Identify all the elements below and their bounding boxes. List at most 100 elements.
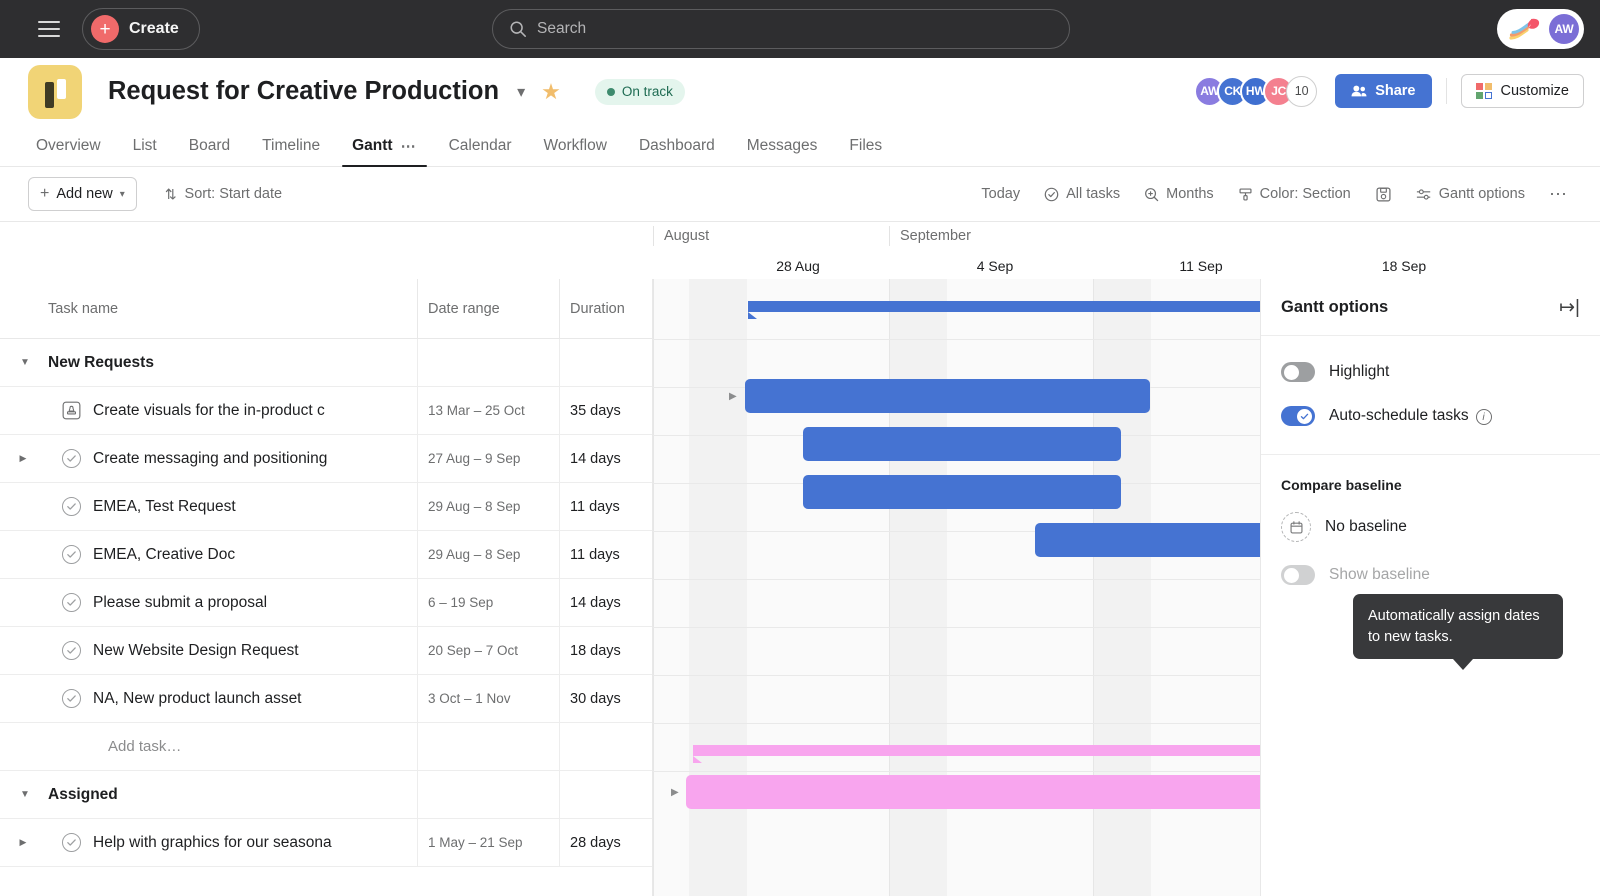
task-date-cell[interactable]: 29 Aug – 8 Sep [417,483,559,531]
task-date-cell[interactable]: 20 Sep – 7 Oct [417,627,559,675]
tab-calendar[interactable]: Calendar [433,137,528,166]
tab-files[interactable]: Files [833,137,898,166]
task-date-cell[interactable]: 13 Mar – 25 Oct [417,387,559,435]
check-circle-icon[interactable] [62,449,81,468]
task-date-cell[interactable]: 3 Oct – 1 Nov [417,675,559,723]
tab-timeline[interactable]: Timeline [246,137,336,166]
member-overflow-count[interactable]: 10 [1286,76,1317,107]
task-duration-cell[interactable]: 11 days [559,531,652,579]
table-row[interactable]: ▶ Create visuals for the in-product c 13… [0,387,652,435]
add-new-button[interactable]: + Add new ▾ [28,177,137,211]
tab-label: Board [189,137,230,155]
highlight-toggle[interactable] [1281,362,1315,382]
tab-workflow[interactable]: Workflow [527,137,622,166]
task-duration-cell[interactable]: 11 days [559,483,652,531]
expand-caret-icon[interactable]: ▶ [12,837,34,848]
auto-schedule-option-row[interactable]: Auto-schedule tasksi [1281,402,1580,430]
expand-caret-icon[interactable]: ▶ [12,453,34,464]
check-circle-icon[interactable] [62,833,81,852]
task-duration-cell[interactable]: 14 days [559,579,652,627]
task-name-cell: ▶ Please submit a proposal [0,579,417,627]
tab-messages[interactable]: Messages [731,137,834,166]
collapse-panel-icon[interactable]: ↦| [1559,296,1580,319]
share-button[interactable]: Share [1335,74,1431,108]
sliders-icon [1416,187,1432,202]
zoom-months-button[interactable]: Months [1132,180,1226,208]
task-duration-cell[interactable]: 30 days [559,675,652,723]
today-label: Today [981,186,1020,202]
sort-button[interactable]: ⇅ Sort: Start date [165,186,282,203]
collapse-caret-icon[interactable]: ▼ [12,357,38,368]
color-section-button[interactable]: Color: Section [1226,180,1363,208]
check-circle-icon[interactable] [62,641,81,660]
task-date-cell[interactable]: 1 May – 21 Sep [417,819,559,867]
check-circle-icon[interactable] [62,545,81,564]
gantt-bar[interactable] [803,427,1121,461]
show-baseline-toggle[interactable] [1281,565,1315,585]
zoom-icon [1144,187,1159,202]
task-name-cell: ▶ Create visuals for the in-product c [0,387,417,435]
tab-overview[interactable]: Overview [28,137,117,166]
star-icon[interactable]: ★ [541,79,561,105]
add-task-row[interactable]: Add task… [0,723,652,771]
search-input[interactable]: Search [492,9,1070,49]
task-name-label: New Website Design Request [93,642,299,660]
create-button[interactable]: + Create [82,8,200,50]
more-options-button[interactable]: ⋯ [1537,178,1580,211]
tab-dashboard[interactable]: Dashboard [623,137,731,166]
menu-icon[interactable] [38,21,60,37]
customize-button[interactable]: Customize [1461,74,1585,108]
avatar[interactable]: AW [1549,14,1579,44]
task-duration-cell[interactable]: 35 days [559,387,652,435]
expand-caret-icon[interactable]: ▶ [671,787,679,798]
gantt-options-button[interactable]: Gantt options [1404,180,1537,208]
table-row[interactable]: ▶ NA, New product launch asset 3 Oct – 1… [0,675,652,723]
tab-gantt[interactable]: Gantt ⋯ [336,137,432,166]
section-row[interactable]: ▼ Assigned [0,771,652,819]
table-row[interactable]: ▶ Create messaging and positioning 27 Au… [0,435,652,483]
compare-baseline-heading: Compare baseline [1281,477,1580,493]
highlight-option-row[interactable]: Highlight [1281,358,1580,386]
task-duration-cell[interactable]: 18 days [559,627,652,675]
task-date-cell[interactable]: 27 Aug – 9 Sep [417,435,559,483]
column-header-task-name: Task name [0,301,417,317]
table-row[interactable]: ▶ EMEA, Test Request 29 Aug – 8 Sep 11 d… [0,483,652,531]
check-circle-icon[interactable] [62,497,81,516]
tab-list[interactable]: List [117,137,173,166]
task-date-cell[interactable]: 29 Aug – 8 Sep [417,531,559,579]
auto-schedule-toggle[interactable] [1281,406,1315,426]
gantt-bar[interactable] [803,475,1121,509]
info-icon[interactable]: i [1476,409,1492,425]
no-baseline-row[interactable]: No baseline [1281,511,1580,543]
expand-caret-icon[interactable]: ▶ [729,391,737,402]
task-name-label: Create visuals for the in-product c [93,402,325,420]
tab-label: Dashboard [639,137,715,155]
table-row[interactable]: ▶ EMEA, Creative Doc 29 Aug – 8 Sep 11 d… [0,531,652,579]
create-button-label: Create [129,20,179,38]
task-date-cell[interactable]: 6 – 19 Sep [417,579,559,627]
save-view-button[interactable] [1363,180,1404,209]
task-name-cell: ▶ Create messaging and positioning [0,435,417,483]
task-duration-cell[interactable]: 14 days [559,435,652,483]
show-baseline-row[interactable]: Show baseline [1281,561,1580,589]
check-circle-icon[interactable] [62,689,81,708]
status-badge[interactable]: On track [595,79,685,105]
task-duration-cell[interactable]: 28 days [559,819,652,867]
color-section-label: Color: Section [1260,186,1351,202]
compare-baseline-section: Compare baseline No baseline [1261,455,1600,613]
approval-stamp-icon[interactable] [62,401,81,420]
all-tasks-filter[interactable]: All tasks [1032,180,1132,208]
rainbow-bird-icon[interactable] [1509,16,1543,42]
check-circle-icon[interactable] [62,593,81,612]
collapse-caret-icon[interactable]: ▼ [12,789,38,800]
table-row[interactable]: ▶ New Website Design Request 20 Sep – 7 … [0,627,652,675]
gantt-bar[interactable] [745,379,1150,413]
tab-board[interactable]: Board [173,137,246,166]
chevron-down-icon[interactable]: ▾ [517,82,525,102]
today-button[interactable]: Today [969,180,1032,208]
table-row[interactable]: ▶ Please submit a proposal 6 – 19 Sep 14… [0,579,652,627]
table-row[interactable]: ▶ Help with graphics for our seasona 1 M… [0,819,652,867]
section-row[interactable]: ▼ New Requests [0,339,652,387]
tab-more-icon[interactable]: ⋯ [401,137,417,155]
task-name-label: EMEA, Creative Doc [93,546,235,564]
